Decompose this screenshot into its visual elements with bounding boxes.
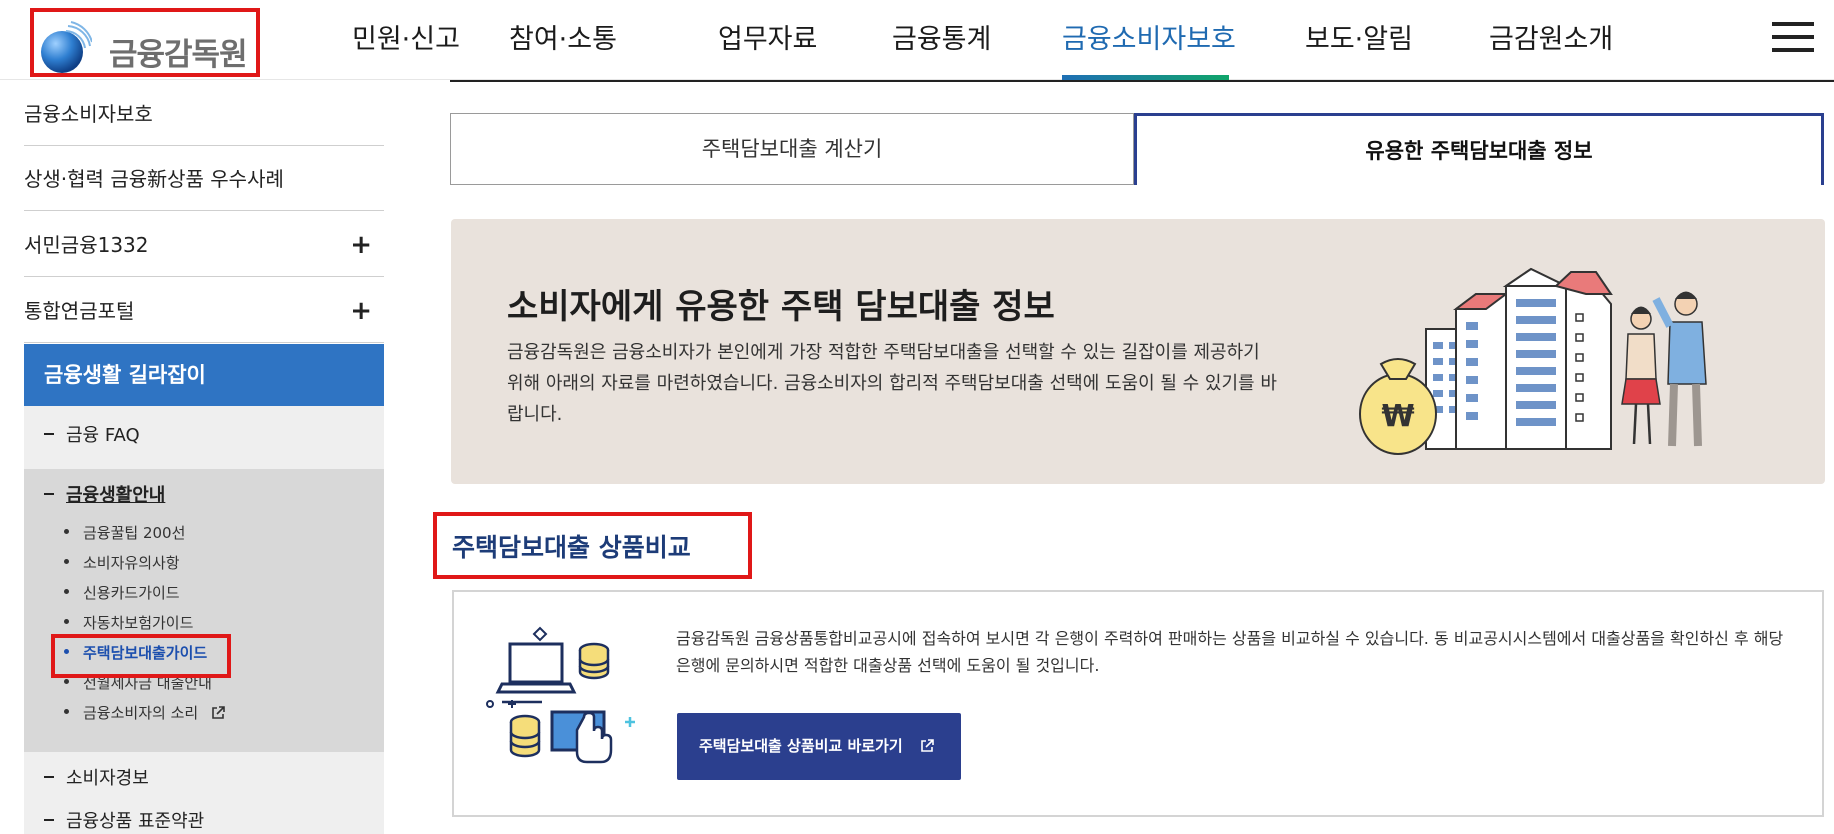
compare-button-label: 주택담보대출 상품비교 바로가기 bbox=[699, 737, 903, 755]
submenu-item-standard-terms[interactable]: 금융상품 표준약관 bbox=[44, 807, 204, 833]
laptop-coins-icon bbox=[486, 626, 635, 764]
leaf-item-consumer-notes[interactable]: 소비자유의사항 bbox=[64, 552, 180, 573]
leaf-label: 신용카드가이드 bbox=[83, 584, 180, 602]
nav-item-financial-stats[interactable]: 금융통계 bbox=[892, 17, 991, 56]
hamburger-menu-icon[interactable] bbox=[1772, 20, 1814, 54]
dash-icon bbox=[44, 493, 54, 495]
logo-text: 금융감독원 bbox=[109, 37, 248, 73]
submenu-item-consumer-alert[interactable]: 소비자경보 bbox=[44, 764, 149, 790]
tab-mortgage-info[interactable]: 유용한 주택담보대출 정보 bbox=[1134, 113, 1824, 185]
sidebar-item-label: 서민금융1332 bbox=[24, 233, 149, 257]
nav-item-press[interactable]: 보도·알림 bbox=[1305, 17, 1413, 56]
housing-loan-illustration-icon: ₩ bbox=[1359, 267, 1707, 455]
sidebar-item-label: 상생·협력 금융新상품 우수사례 bbox=[24, 167, 284, 191]
sidebar-item-1332[interactable]: 서민금융1332 + bbox=[24, 212, 384, 277]
site-header: 금융감독원 민원·신고 참여·소통 업무자료 금융통계 금융소비자보호 보도·알… bbox=[0, 0, 1834, 80]
sidebar-item-pension-portal[interactable]: 통합연금포털 + bbox=[24, 278, 384, 343]
bullet-icon bbox=[64, 589, 69, 594]
sidebar-item-label: 통합연금포털 bbox=[24, 299, 135, 323]
logo[interactable]: 금융감독원 bbox=[30, 8, 260, 77]
highlight-box-current-leaf bbox=[51, 634, 231, 678]
leaf-item-credit-card[interactable]: 신용카드가이드 bbox=[64, 582, 180, 603]
leaf-item-tips[interactable]: 금융꿀팁 200선 bbox=[64, 522, 185, 543]
submenu-item-faq[interactable]: 금융 FAQ bbox=[44, 421, 140, 447]
bullet-icon bbox=[64, 709, 69, 714]
sidebar-item-cooperation-cases[interactable]: 상생·협력 금융新상품 우수사례 bbox=[24, 146, 384, 211]
sidebar-item-finance-guide[interactable]: 금융생활 길라잡이 bbox=[24, 344, 384, 406]
dash-icon bbox=[44, 819, 54, 821]
leaf-label: 금융소비자의 소리 bbox=[83, 704, 199, 722]
banner-description: 금융감독원은 금융소비자가 본인에게 가장 적합한 주택담보대출을 선택할 수 … bbox=[507, 342, 1277, 425]
submenu-item-label: 금융생활안내 bbox=[66, 485, 166, 506]
bullet-icon bbox=[64, 529, 69, 534]
external-link-icon bbox=[921, 738, 934, 752]
product-compare-box: 금융감독원 금융상품통합비교공시에 접속하여 보시면 각 은행이 주력하여 판매… bbox=[452, 590, 1824, 817]
dash-icon bbox=[44, 433, 54, 435]
leaf-label: 소비자유의사항 bbox=[83, 554, 180, 572]
expand-plus-icon[interactable]: + bbox=[350, 278, 372, 344]
tab-mortgage-calculator[interactable]: 주택담보대출 계산기 bbox=[450, 113, 1134, 185]
expand-plus-icon[interactable]: + bbox=[350, 212, 372, 278]
fss-globe-logo-icon bbox=[41, 21, 92, 73]
bullet-icon bbox=[64, 619, 69, 624]
external-link-icon bbox=[212, 705, 225, 719]
compare-description: 금융감독원 금융상품통합비교공시에 접속하여 보시면 각 은행이 주력하여 판매… bbox=[676, 629, 1784, 675]
bullet-icon bbox=[64, 559, 69, 564]
leaf-label: 금융꿀팁 200선 bbox=[83, 524, 186, 542]
section-title: 주택담보대출 상품비교 bbox=[452, 533, 691, 562]
submenu-item-label: 금융상품 표준약관 bbox=[66, 811, 205, 832]
nav-item-about[interactable]: 금감원소개 bbox=[1489, 17, 1613, 56]
content-top-rule bbox=[450, 80, 1834, 82]
banner-title: 소비자에게 유용한 주택 담보대출 정보 bbox=[507, 287, 1055, 327]
svg-text:₩: ₩ bbox=[1381, 399, 1414, 434]
nav-item-consumer-protection[interactable]: 금융소비자보호 bbox=[1062, 17, 1236, 56]
leaf-label: 자동차보험가이드 bbox=[83, 614, 194, 632]
nav-item-participation[interactable]: 참여·소통 bbox=[509, 17, 617, 56]
leaf-item-car-insurance[interactable]: 자동차보험가이드 bbox=[64, 612, 193, 633]
submenu-item-label: 소비자경보 bbox=[66, 768, 149, 789]
info-banner: 소비자에게 유용한 주택 담보대출 정보 금융감독원은 금융소비자가 본인에게 … bbox=[451, 219, 1825, 484]
submenu-item-label: 금융 FAQ bbox=[66, 425, 140, 446]
nav-item-complaints[interactable]: 민원·신고 bbox=[352, 17, 460, 56]
sidebar: 금융소비자보호 상생·협력 금융新상품 우수사례 서민금융1332 + 통합연금… bbox=[24, 81, 384, 834]
bullet-icon bbox=[64, 679, 69, 684]
sidebar-item-consumer-protection[interactable]: 금융소비자보호 bbox=[24, 81, 384, 146]
submenu-item-finance-life[interactable]: 금융생활안내 bbox=[44, 481, 165, 507]
dash-icon bbox=[44, 776, 54, 778]
sidebar-item-label: 금융소비자보호 bbox=[24, 102, 153, 126]
nav-item-work-materials[interactable]: 업무자료 bbox=[718, 17, 817, 56]
compare-shortcut-button[interactable]: 주택담보대출 상품비교 바로가기 bbox=[677, 713, 961, 780]
leaf-item-consumer-voice[interactable]: 금융소비자의 소리 bbox=[64, 702, 225, 723]
